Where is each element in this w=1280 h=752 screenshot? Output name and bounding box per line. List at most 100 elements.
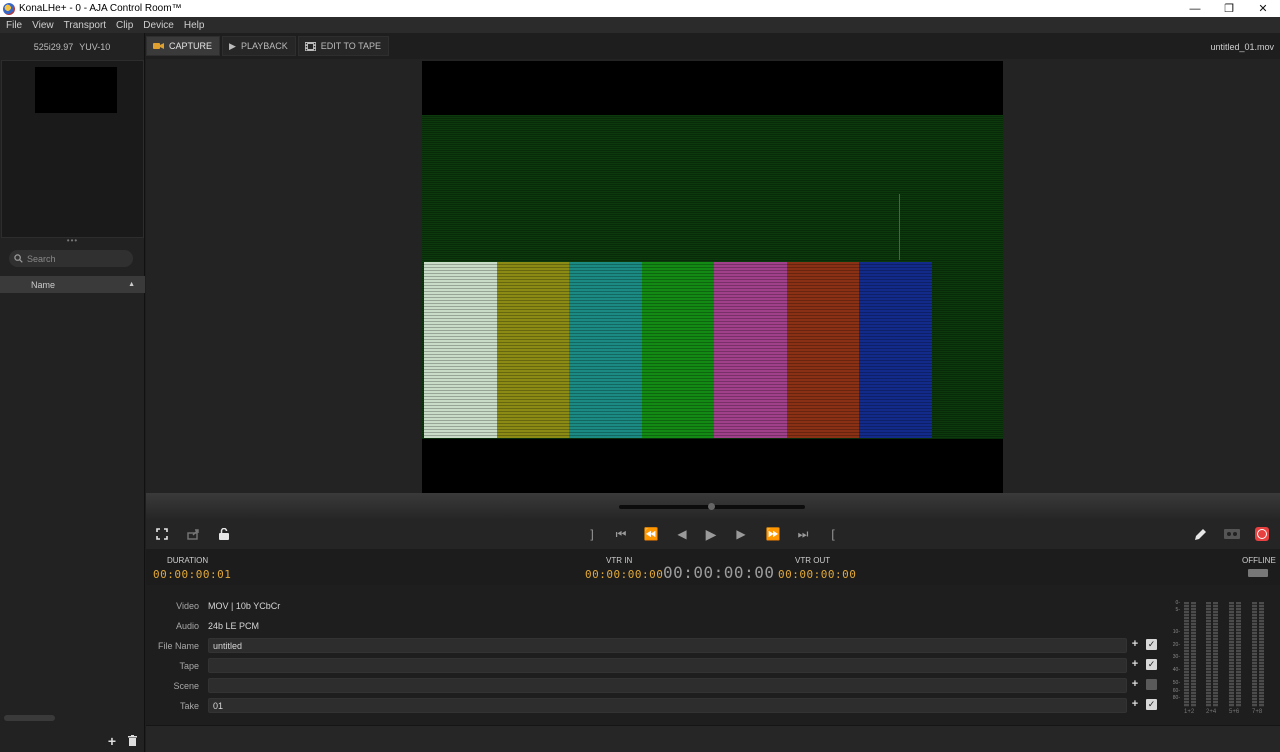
step-back-icon[interactable]: ◀︎ (674, 525, 690, 543)
meter-scale-tick: 20- (1172, 641, 1180, 648)
fullscreen-icon[interactable] (155, 525, 169, 543)
tape-field[interactable] (208, 658, 1127, 673)
scene-field[interactable] (208, 678, 1127, 693)
search-input[interactable] (27, 253, 127, 264)
trash-icon[interactable] (128, 735, 137, 746)
menu-device[interactable]: Device (143, 20, 174, 31)
title-bar: KonaLHe+ - 0 - AJA Control Room™ — ❐ ✕ (0, 0, 1280, 17)
timeline-area (146, 493, 1280, 519)
meter-scale-tick: 5- (1175, 606, 1180, 613)
duration-timecode: 00:00:00:01 (153, 568, 232, 581)
play-button-icon[interactable]: ▶︎ (703, 525, 719, 543)
format-readout: 525i29.97 YUV-10 (0, 33, 144, 60)
rewind-icon[interactable]: ⏪ (640, 525, 662, 543)
menu-view[interactable]: View (32, 20, 54, 31)
go-to-end-icon[interactable]: ⏭ (795, 525, 811, 543)
video-format-value: MOV | 10b YCbCr (208, 600, 281, 611)
pixel-format: YUV-10 (79, 41, 111, 52)
mark-in-icon[interactable]: [ (827, 525, 839, 543)
add-clip-icon[interactable]: + (108, 733, 116, 749)
meter-pair-label: 2+4 (1206, 709, 1217, 715)
horizontal-scrollbar[interactable] (4, 715, 55, 721)
color-bar-2 (496, 262, 569, 438)
scene-increment-icon[interactable]: + (1130, 678, 1140, 690)
window-controls: — ❐ ✕ (1178, 0, 1280, 17)
menu-file[interactable]: File (6, 20, 22, 31)
take-label: Take (179, 700, 199, 711)
meter-scale-tick: 60- (1172, 688, 1180, 695)
meter-scale-tick: 0- (1175, 600, 1180, 606)
scene-checkbox[interactable] (1146, 679, 1157, 690)
fast-forward-icon[interactable]: ⏩ (762, 525, 784, 543)
record-button[interactable] (1255, 527, 1269, 541)
step-forward-icon[interactable]: ▶︎ (733, 525, 749, 543)
menu-transport[interactable]: Transport (64, 20, 106, 31)
meter-channel-7 (1252, 602, 1257, 707)
clip-thumbnail[interactable] (35, 67, 117, 113)
scene-label: Scene (173, 680, 199, 691)
menu-clip[interactable]: Clip (116, 20, 133, 31)
meter-scale: 0- 5- 10- 20- 30- 40- 50- 60- 80- (1166, 600, 1180, 701)
take-checkbox[interactable]: ✓ (1146, 699, 1157, 710)
color-bars (424, 262, 932, 438)
device-status: OFFLINE (1242, 556, 1276, 565)
meter-channel-5 (1229, 602, 1234, 707)
tape-checkbox[interactable]: ✓ (1146, 659, 1157, 670)
audio-format-value: 24b LE PCM (208, 620, 260, 631)
output-filename: untitled_01.mov (1210, 42, 1274, 52)
tape-row: Tape (146, 657, 1127, 674)
file-name-row: File Name untitled (146, 637, 1127, 654)
signal-line (899, 194, 900, 260)
meter-channel-8 (1259, 602, 1264, 707)
search-icon (14, 254, 23, 263)
app-window: KonaLHe+ - 0 - AJA Control Room™ — ❐ ✕ F… (0, 0, 1280, 752)
vtr-in-timecode[interactable]: 00:00:00:00 (585, 568, 663, 581)
vtr-in-label: VTR IN (606, 556, 633, 565)
take-increment-icon[interactable]: + (1130, 698, 1140, 710)
audio-meters: 0- 5- 10- 20- 30- 40- 50- 60- 80- 1+2 2+… (1166, 600, 1276, 720)
menu-help[interactable]: Help (184, 20, 205, 31)
audio-label: Audio (175, 620, 199, 631)
tape-icon[interactable] (1223, 525, 1241, 543)
scene-row: Scene (146, 677, 1127, 694)
go-to-start-icon[interactable]: ⏮ (613, 525, 629, 543)
thumbnail-area (1, 60, 144, 238)
video-standard: 525i29.97 (33, 41, 74, 52)
clip-list-footer: + (0, 729, 145, 752)
device-offline-icon (1248, 569, 1268, 577)
export-icon[interactable] (186, 525, 200, 543)
maximize-icon[interactable]: ❐ (1212, 0, 1246, 17)
take-field[interactable]: 01 (208, 698, 1127, 713)
aja-logo-icon (3, 2, 15, 15)
name-column-label: Name (31, 279, 56, 290)
vtr-out-timecode[interactable]: 00:00:00:00 (778, 568, 856, 581)
tab-playback[interactable]: ▶ PLAYBACK (222, 36, 296, 56)
panel-resize-handle[interactable]: ••• (0, 237, 145, 246)
minimize-icon[interactable]: — (1178, 0, 1212, 17)
window-title: KonaLHe+ - 0 - AJA Control Room™ (19, 3, 182, 14)
scrubber-knob[interactable] (708, 503, 715, 510)
file-name-field[interactable]: untitled (208, 638, 1127, 653)
file-name-checkbox[interactable]: ✓ (1146, 639, 1157, 650)
mark-out-icon[interactable]: ] (586, 525, 598, 543)
meter-channel-6 (1236, 602, 1241, 707)
unlock-icon[interactable] (218, 525, 230, 543)
name-column-header[interactable]: Name ▲ (0, 276, 145, 293)
tab-playback-label: PLAYBACK (240, 41, 288, 51)
meter-scale-tick: 50- (1172, 679, 1180, 686)
tape-increment-icon[interactable]: + (1130, 658, 1140, 670)
color-bar-1 (424, 262, 497, 438)
tab-capture[interactable]: CAPTURE (146, 36, 221, 56)
meter-channel-4 (1213, 602, 1218, 707)
clip-browser-panel: 525i29.97 YUV-10 ••• Name ▲ + (0, 33, 145, 752)
close-icon[interactable]: ✕ (1246, 0, 1280, 17)
duration-label: DURATION (167, 556, 209, 565)
pencil-icon[interactable] (1193, 525, 1207, 543)
color-bar-5 (714, 262, 787, 438)
timeline-scrubber[interactable] (619, 503, 805, 510)
meter-scale-tick: 30- (1172, 654, 1180, 661)
color-bar-3 (569, 262, 642, 438)
file-name-increment-icon[interactable]: + (1130, 638, 1140, 650)
current-timecode: 00:00:00:00 (663, 563, 775, 582)
tab-edit-to-tape[interactable]: EDIT TO TAPE (297, 36, 389, 56)
